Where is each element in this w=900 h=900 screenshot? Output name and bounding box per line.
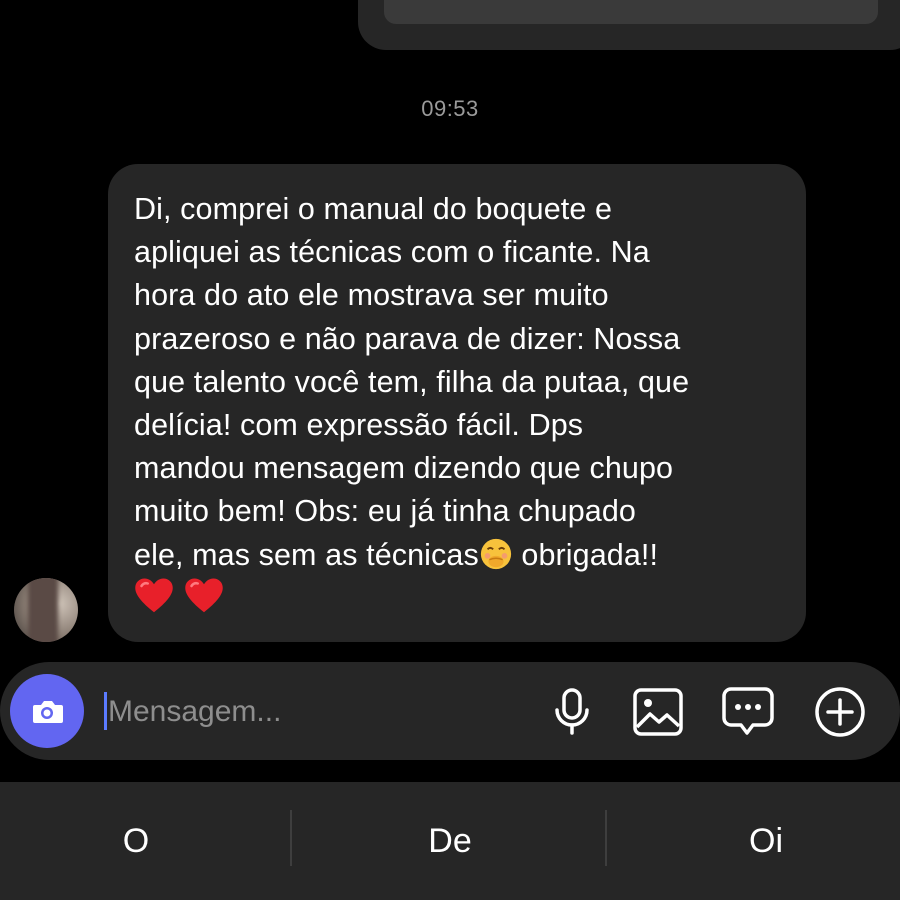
keyboard-suggestion-bar: O De Oi <box>0 782 900 900</box>
timestamp: 09:53 <box>421 96 479 121</box>
hearts-row <box>134 576 230 621</box>
message-line-end: obrigada!! <box>512 537 659 572</box>
avatar[interactable] <box>14 578 78 642</box>
red-heart-icon <box>185 578 224 613</box>
message-line: mandou mensagem dizendo que chupo <box>134 451 674 486</box>
suggestion-3[interactable]: Oi <box>616 782 900 900</box>
camera-icon <box>33 701 63 723</box>
suggestion-2[interactable]: De <box>300 782 600 900</box>
microphone-button[interactable] <box>544 684 600 740</box>
red-heart-icon <box>135 578 173 613</box>
text-caret <box>104 692 107 730</box>
gallery-button[interactable] <box>630 684 686 740</box>
camera-button[interactable] <box>10 674 84 748</box>
message-line: muito bem! Obs: eu já tinha chupado <box>134 494 636 529</box>
plus-circle-icon <box>815 687 865 737</box>
previous-message-text: ... <box>534 0 556 1</box>
message-line: apliquei as técnicas com o ficante. Na <box>134 235 650 270</box>
chat-bubble-icon <box>722 687 774 735</box>
suggestion-1[interactable]: O <box>0 782 286 900</box>
message-line: Di, comprei o manual do boquete e <box>134 192 613 226</box>
suggestion-divider <box>605 810 607 866</box>
message-line: ele, mas sem as técnicas obrigada!! <box>134 538 658 572</box>
suggestion-divider <box>290 810 292 866</box>
previous-message-inner: ... <box>384 0 878 24</box>
message-input[interactable] <box>108 686 528 738</box>
message-line: prazeroso e não parava de dizer: Nossa <box>134 321 681 356</box>
image-icon <box>633 688 683 736</box>
message-line: delícia! com expressão fácil. Dps <box>134 408 584 443</box>
message-line: que talento você tem, filha da putaa, qu… <box>134 364 690 399</box>
message-line: hora do ato ele mostrava ser muito <box>134 278 609 313</box>
message-line-start: ele, mas sem as técnicas <box>134 537 479 572</box>
sticker-button[interactable] <box>720 684 776 740</box>
message-text: Di, comprei o manual do boquete e apliqu… <box>134 188 780 577</box>
add-button[interactable] <box>812 684 868 740</box>
received-message-bubble[interactable]: Di, comprei o manual do boquete e apliqu… <box>108 164 806 642</box>
face-with-hand-over-mouth-icon <box>480 538 511 569</box>
microphone-icon <box>555 688 589 735</box>
avatar-blur <box>28 578 58 642</box>
